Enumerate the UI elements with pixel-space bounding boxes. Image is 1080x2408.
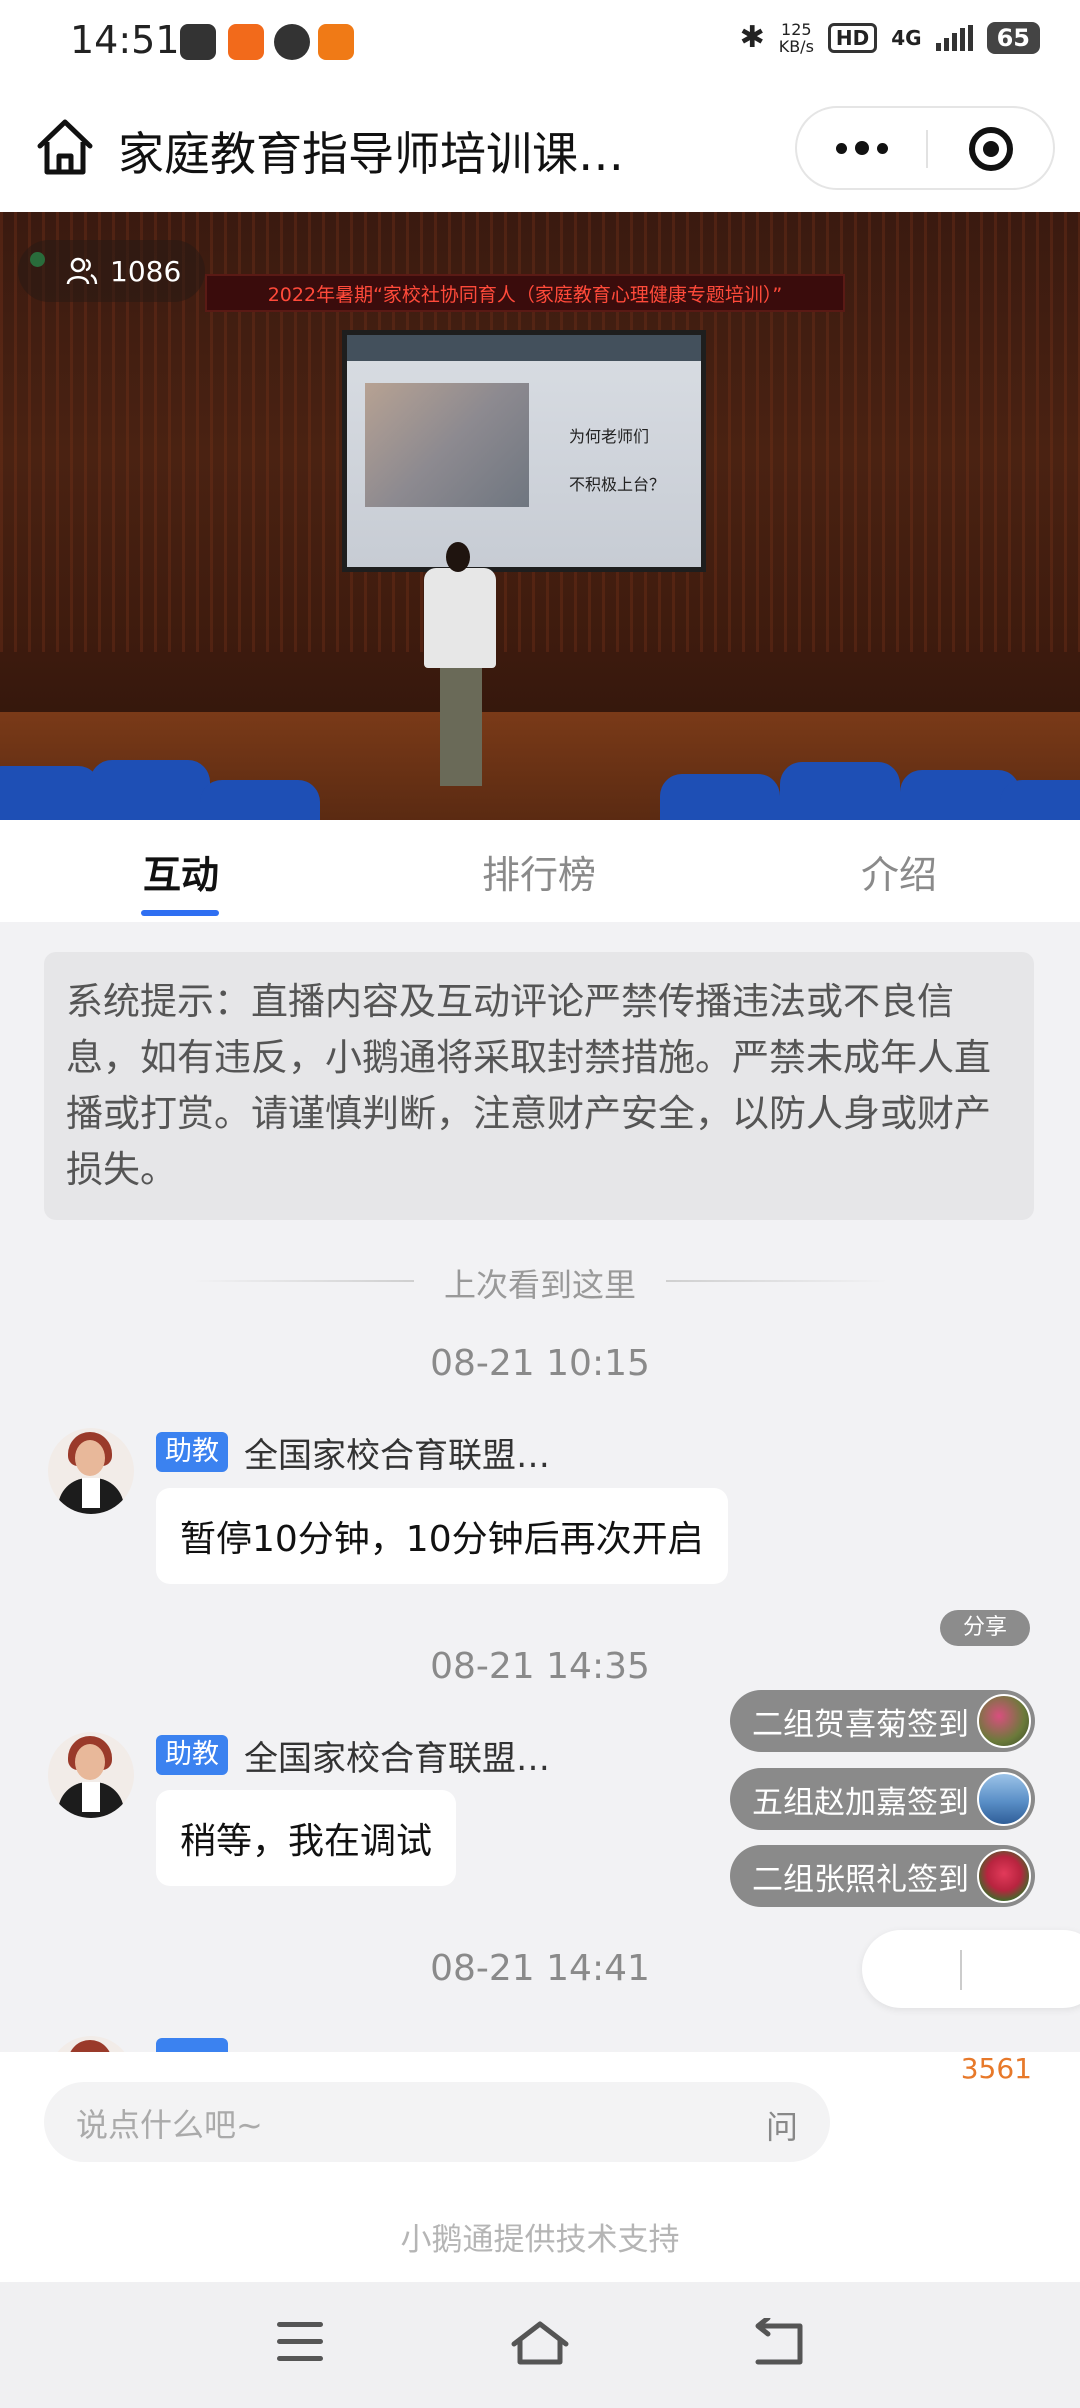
- avatar-part: [82, 1782, 100, 1812]
- nav-header: 家庭教育指导师培训课…: [0, 88, 1080, 212]
- more-button[interactable]: [797, 108, 927, 188]
- page-title: 家庭教育指导师培训课…: [118, 127, 624, 181]
- status-bar: 14:51 ✱ 125 KB/s HD 4G 65: [0, 0, 1080, 88]
- slide-photo: [365, 383, 529, 507]
- comment-placeholder: 说点什么吧~: [76, 2106, 263, 2144]
- projector-screen: 为何老师们 不积极上台？: [342, 330, 706, 572]
- more-dot: [855, 141, 869, 155]
- share-button[interactable]: 分享: [940, 1610, 1030, 1646]
- checkin-text: 五组赵加嘉签到: [752, 1784, 969, 1821]
- message-bubble: 稍等，我在调试: [156, 1790, 457, 1886]
- comment-input[interactable]: 说点什么吧~ 问: [44, 2082, 830, 2162]
- seat: [200, 780, 320, 820]
- role-tag: 助教: [156, 1735, 228, 1775]
- slide-line-2: 不积极上台？: [569, 475, 666, 494]
- signal-icon: [935, 24, 973, 51]
- viewer-count-badge: 1086: [18, 240, 206, 302]
- seat: [1000, 780, 1080, 820]
- tab-bar: 互动 排行榜 介绍: [0, 820, 1080, 922]
- message-time: 08-21 10:15: [430, 1343, 650, 1384]
- viewer-count: 1086: [110, 254, 182, 288]
- status-indicators: ✱ 125 KB/s HD 4G 65: [740, 20, 1040, 55]
- seat: [90, 760, 210, 820]
- seat: [660, 774, 780, 820]
- checkin-text: 二组贺喜菊签到: [752, 1706, 969, 1743]
- avatar-part: [82, 1478, 100, 1508]
- speaker-figure: [424, 568, 496, 668]
- avatar-part: [75, 1744, 105, 1780]
- avatar-part: [75, 1440, 105, 1476]
- last-seen-marker: 上次看到这里: [443, 1266, 636, 1304]
- slide-header: [347, 335, 701, 361]
- seat: [780, 762, 900, 820]
- close-miniprogram-button[interactable]: [927, 108, 1055, 188]
- ask-question-button[interactable]: 问: [766, 2102, 798, 2148]
- target-icon-center: [983, 141, 999, 157]
- next-message-peek: [0, 2030, 1080, 2054]
- mini-program-capsule: [795, 106, 1055, 190]
- viewers-icon: [66, 257, 98, 285]
- avatar[interactable]: [48, 1732, 134, 1818]
- tab-leaderboard[interactable]: 排行榜: [482, 844, 596, 899]
- user-avatar: [977, 1694, 1031, 1748]
- checkin-notice: 二组贺喜菊签到: [730, 1690, 1035, 1752]
- checkin-text: 二组张照礼签到: [752, 1861, 969, 1898]
- system-nav-bar: [0, 2282, 1080, 2408]
- live-video-player[interactable]: 2022年暑期“家校社协同育人（家庭教育心理健康专题培训）” 为何老师们 不积极…: [0, 212, 1080, 820]
- slide-text: 为何老师们 不积极上台？: [569, 413, 665, 509]
- shopping-app-icon: [318, 24, 354, 60]
- sender-name: 全国家校合育联盟…: [244, 1436, 550, 1476]
- stage-banner: 2022年暑期“家校社协同育人（家庭教育心理健康专题培训）”: [205, 274, 845, 312]
- menu-icon[interactable]: [277, 2322, 323, 2362]
- role-tag: 助教: [156, 1432, 228, 1472]
- tab-introduction[interactable]: 介绍: [861, 844, 937, 899]
- tab-interaction[interactable]: 互动: [143, 844, 219, 899]
- net-speed-unit: KB/s: [778, 36, 814, 56]
- chat-bubble-icon: [274, 24, 310, 60]
- message-time: 08-21 14:41: [430, 1948, 650, 1989]
- powered-by: 小鹅通提供技术支持: [400, 2222, 680, 2258]
- divider-line: [666, 1280, 888, 1282]
- audience-seats: [0, 712, 1080, 820]
- message-time: 08-21 14:35: [430, 1646, 650, 1687]
- back-icon[interactable]: [752, 2318, 808, 2368]
- app-notification-icon: [228, 24, 264, 60]
- checkin-notice: 二组张照礼签到: [730, 1845, 1035, 1907]
- bluetooth-icon: ✱: [739, 20, 765, 55]
- hd-badge: HD: [827, 22, 878, 53]
- net-speed: 125 KB/s: [779, 21, 814, 55]
- system-notice: 系统提示：直播内容及互动评论严禁传播违法或不良信息，如有违反，小鹅通将采取封禁措…: [44, 952, 1034, 1220]
- status-time: 14:51: [70, 18, 180, 62]
- like-count: 3561: [960, 2052, 1032, 2085]
- avatar[interactable]: [48, 1428, 134, 1514]
- more-dot: [877, 142, 888, 154]
- speaker-figure: [446, 542, 470, 572]
- sender-name: 全国家校合育联盟…: [244, 1739, 550, 1779]
- user-avatar: [977, 1849, 1031, 1903]
- checkin-notice: 五组赵加嘉签到: [730, 1768, 1035, 1830]
- message-bubble: 暂停10分钟，10分钟后再次开启: [156, 1488, 728, 1584]
- active-tab-indicator: [141, 910, 219, 916]
- battery-icon: 65: [986, 21, 1040, 54]
- more-dot: [836, 142, 847, 154]
- user-avatar: [977, 1772, 1031, 1826]
- seat: [0, 766, 100, 820]
- home-nav-icon[interactable]: [510, 2318, 570, 2368]
- home-icon[interactable]: [34, 116, 96, 178]
- divider-line: [192, 1280, 414, 1282]
- network-type: 4G: [891, 25, 922, 50]
- music-app-icon: [180, 24, 216, 60]
- slide-line-1: 为何老师们: [569, 427, 650, 446]
